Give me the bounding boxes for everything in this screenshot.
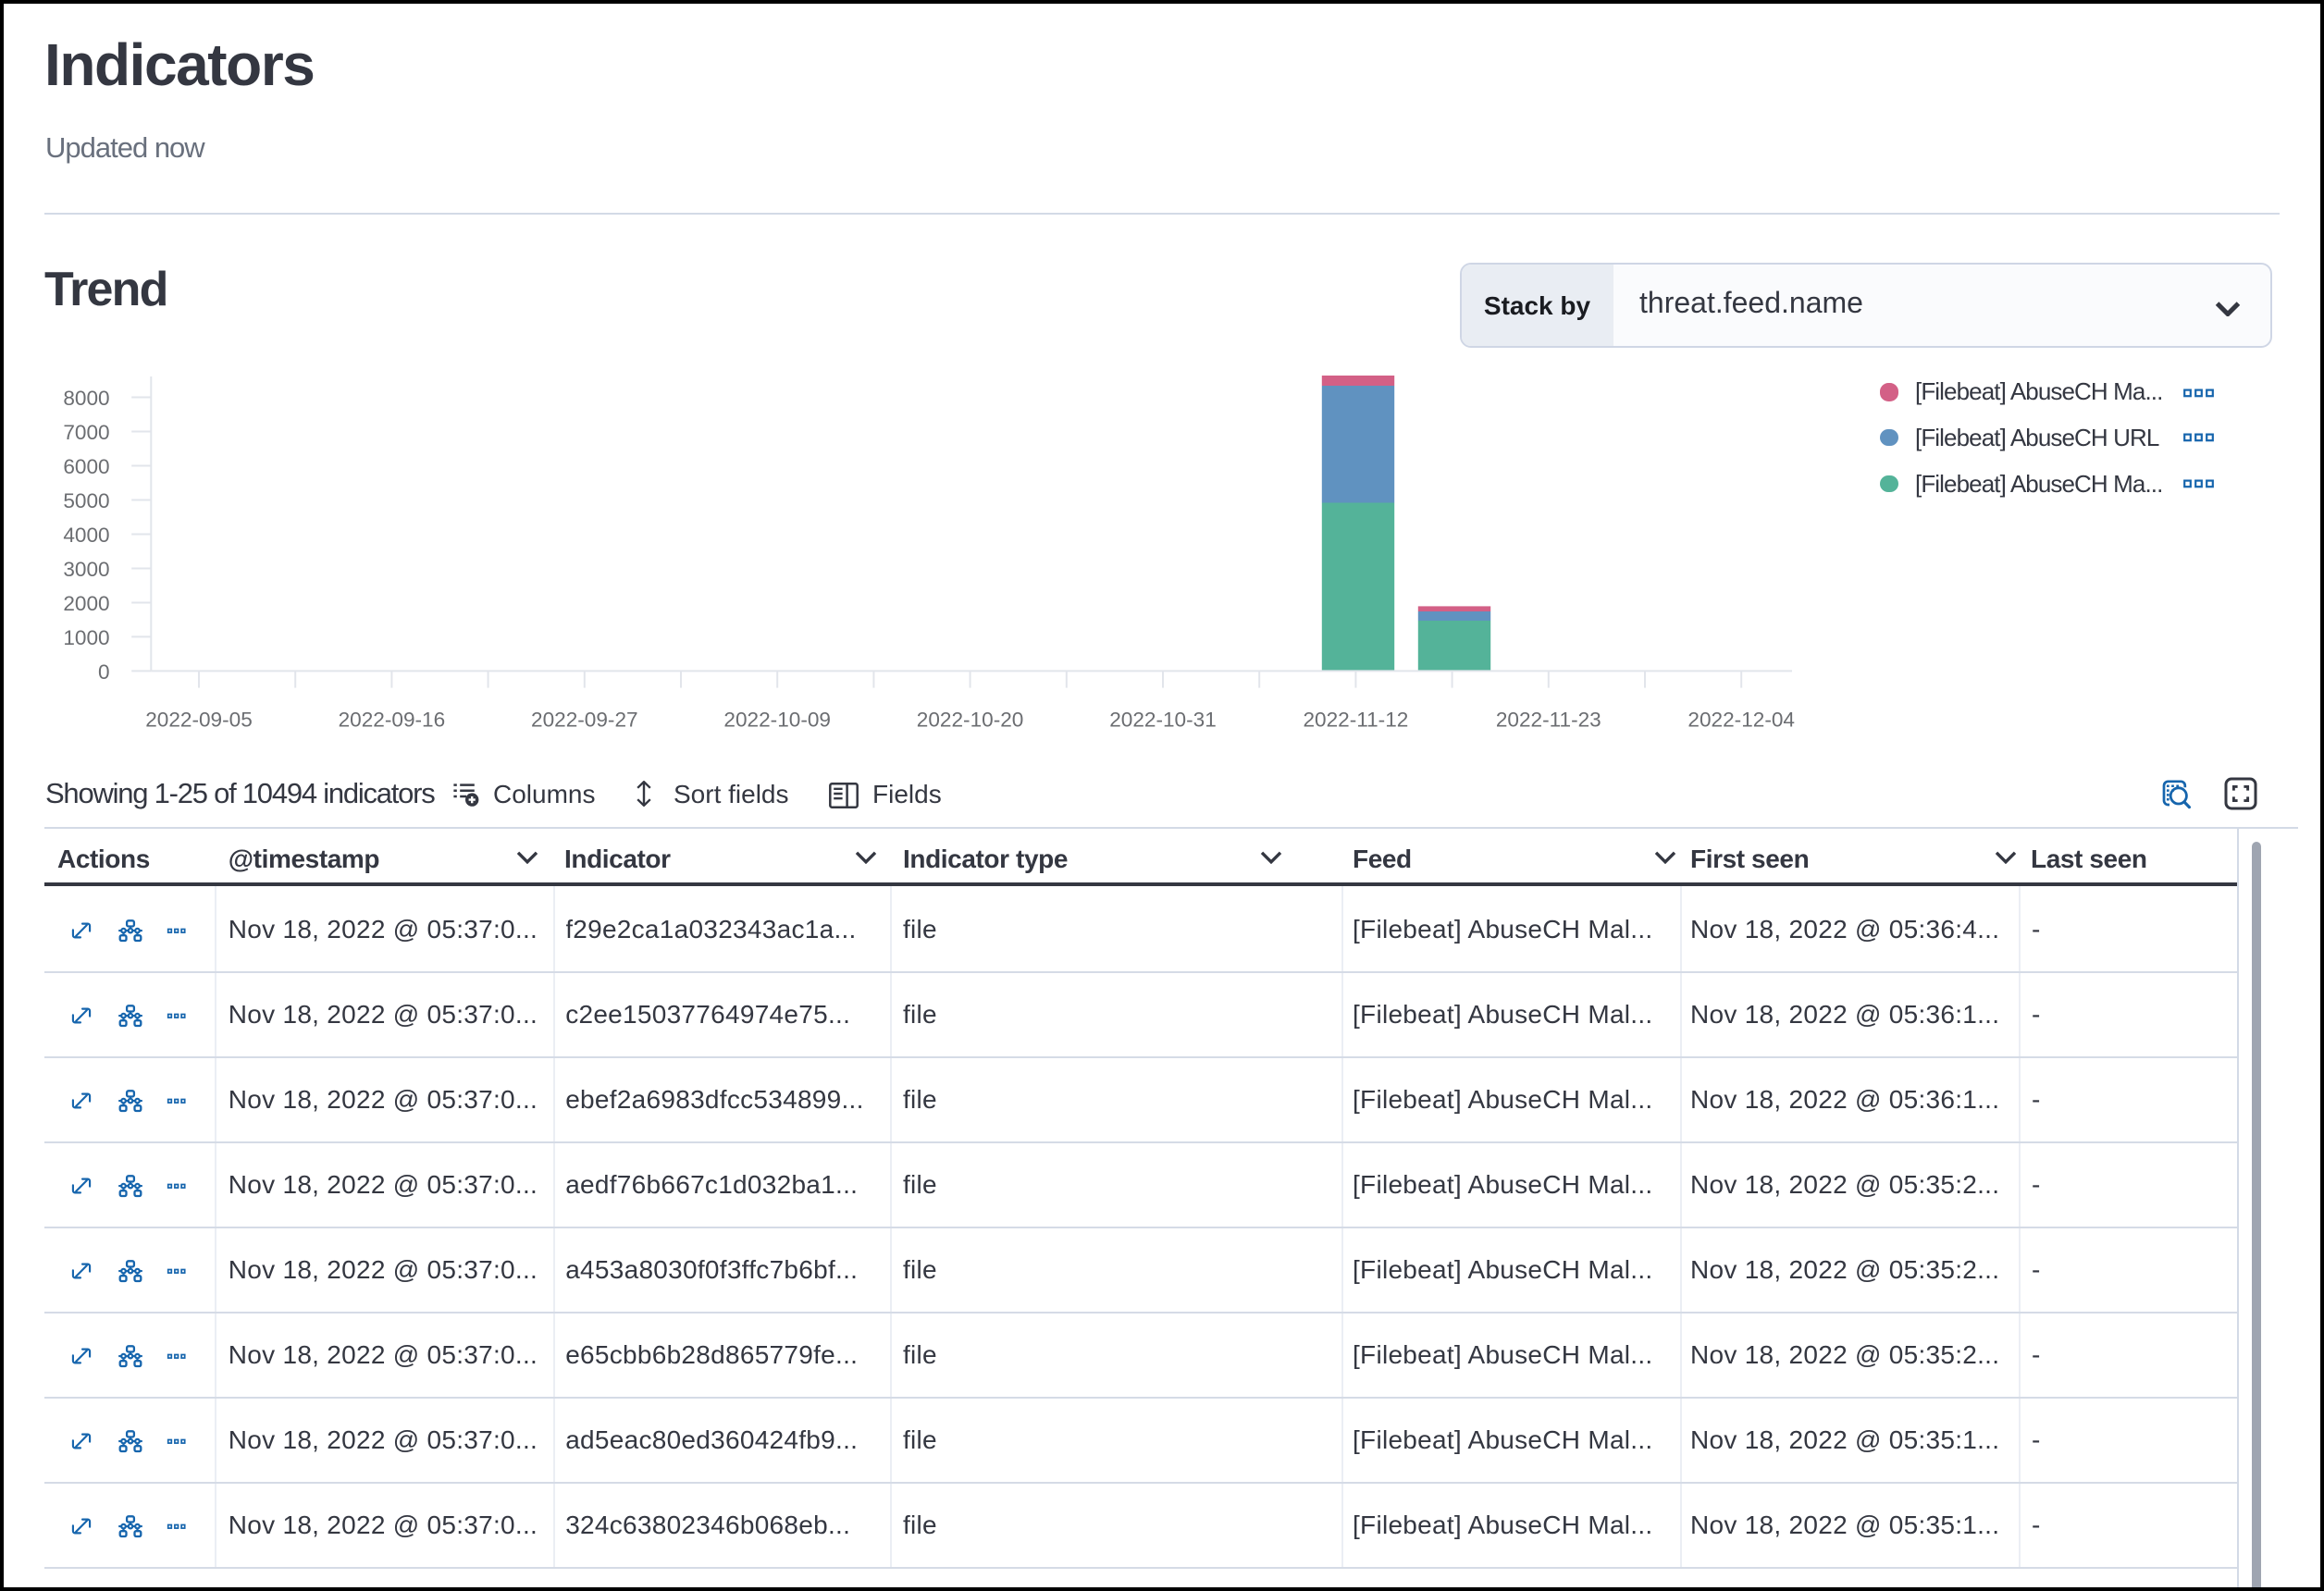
- svg-text:7000: 7000: [63, 421, 109, 444]
- svg-text:2022-09-27: 2022-09-27: [531, 709, 638, 732]
- svg-text:2022-11-12: 2022-11-12: [1303, 709, 1408, 732]
- svg-text:2022-09-05: 2022-09-05: [145, 709, 253, 732]
- svg-text:5000: 5000: [63, 489, 109, 512]
- svg-text:2022-10-31: 2022-10-31: [1109, 709, 1217, 732]
- svg-text:2022-10-20: 2022-10-20: [917, 709, 1024, 732]
- svg-text:2022-12-04: 2022-12-04: [1687, 709, 1795, 732]
- svg-text:2022-10-09: 2022-10-09: [723, 709, 831, 732]
- svg-text:1000: 1000: [63, 626, 109, 649]
- svg-text:6000: 6000: [63, 455, 109, 478]
- svg-text:2000: 2000: [63, 592, 109, 615]
- svg-text:4000: 4000: [63, 524, 109, 547]
- svg-text:3000: 3000: [63, 558, 109, 581]
- svg-text:2022-09-16: 2022-09-16: [339, 709, 446, 732]
- svg-text:8000: 8000: [63, 387, 109, 410]
- svg-text:0: 0: [98, 660, 110, 684]
- svg-text:2022-11-23: 2022-11-23: [1496, 709, 1601, 732]
